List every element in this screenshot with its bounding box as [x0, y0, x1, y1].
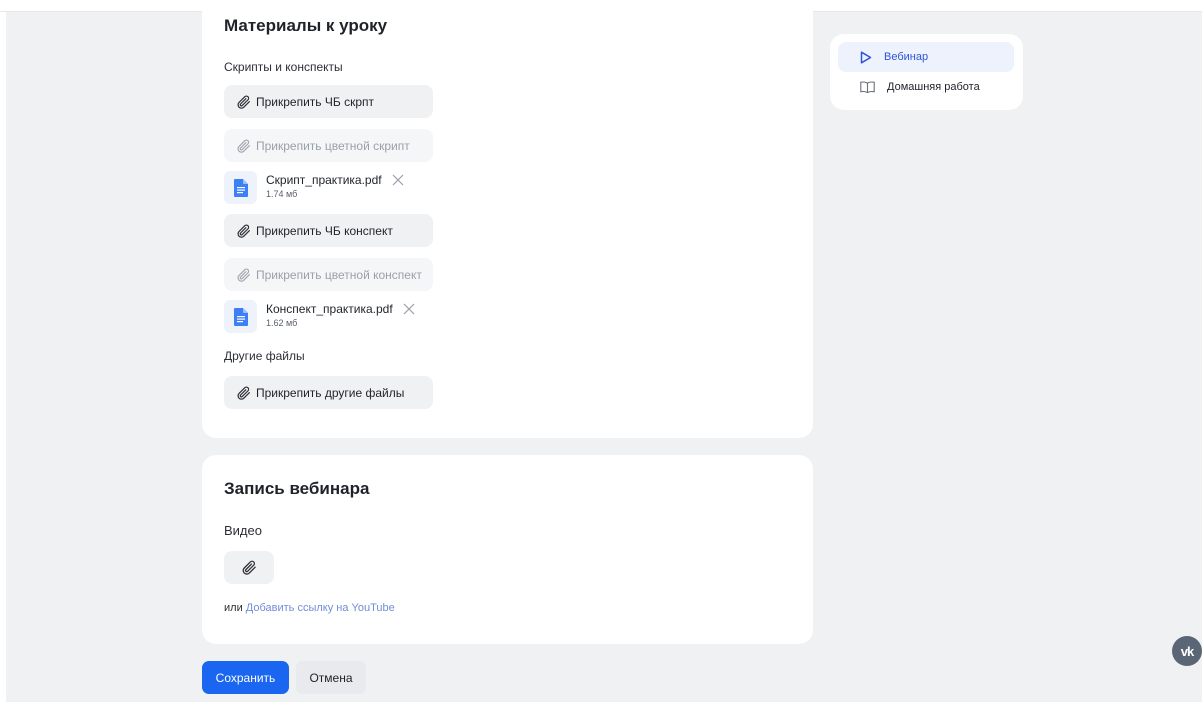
script-file-item: Скрипт_практика.pdf 1.74 мб [224, 171, 404, 205]
materials-card: Материалы к уроку Скрипты и конспекты Пр… [202, 0, 813, 438]
scripts-label: Скрипты и конспекты [224, 60, 343, 74]
materials-title: Материалы к уроку [224, 16, 388, 35]
side-nav: Вебинар Домашняя работа [830, 34, 1023, 110]
document-icon[interactable] [224, 171, 257, 204]
nav-item-webinar[interactable]: Вебинар [838, 42, 1014, 72]
cancel-button[interactable]: Отмена [296, 661, 366, 694]
document-icon[interactable] [224, 300, 257, 333]
notes-file-name[interactable]: Конспект_практика.pdf [266, 302, 393, 316]
paperclip-icon [237, 386, 250, 400]
script-file-name[interactable]: Скрипт_практика.pdf [266, 173, 382, 187]
attach-bw-notes-button[interactable]: Прикрепить ЧБ конспект [224, 214, 433, 247]
other-files-label: Другие файлы [224, 349, 305, 363]
youtube-link-row: или Добавить ссылку на YouTube [224, 602, 395, 614]
notes-file-item: Конспект_практика.pdf 1.62 мб [224, 300, 415, 334]
vk-widget-button[interactable]: vk [1172, 636, 1202, 666]
webinar-recording-card: Запись вебинара Видео или Добавить ссылк… [202, 455, 813, 644]
play-icon [860, 50, 872, 64]
book-icon [860, 81, 875, 93]
nav-item-homework[interactable]: Домашняя работа [838, 72, 1014, 102]
page-left-edge [0, 0, 6, 702]
paperclip-icon [237, 268, 250, 282]
attach-color-script-button[interactable]: Прикрепить цветной скрипт [224, 129, 433, 162]
attach-color-notes-button[interactable]: Прикрепить цветной конспект [224, 258, 433, 291]
save-button[interactable]: Сохранить [202, 661, 289, 694]
script-file-size: 1.74 мб [266, 189, 298, 199]
nav-item-webinar-label: Вебинар [884, 51, 929, 63]
nav-item-homework-label: Домашняя работа [887, 81, 980, 93]
attach-other-files-label: Прикрепить другие файлы [256, 385, 405, 400]
paperclip-icon [242, 560, 256, 575]
paperclip-icon [237, 139, 250, 153]
notes-file-size: 1.62 мб [266, 318, 298, 328]
or-text: или [224, 602, 243, 614]
recording-title: Запись вебинара [224, 479, 370, 498]
attach-other-files-button[interactable]: Прикрепить другие файлы [224, 376, 433, 409]
attach-bw-notes-label: Прикрепить ЧБ конспект [256, 223, 393, 238]
attach-color-notes-label: Прикрепить цветной конспект [256, 267, 422, 282]
add-youtube-link[interactable]: Добавить ссылку на YouTube [246, 602, 395, 614]
attach-bw-script-button[interactable]: Прикрепить ЧБ скрпт [224, 85, 433, 118]
attach-color-script-label: Прикрепить цветной скрипт [256, 138, 410, 153]
paperclip-icon [237, 224, 250, 238]
paperclip-icon [237, 95, 250, 109]
close-icon[interactable] [403, 303, 415, 315]
close-icon[interactable] [392, 174, 404, 186]
video-label: Видео [224, 523, 262, 538]
attach-video-button[interactable] [224, 551, 274, 584]
vk-logo-icon: vk [1180, 643, 1195, 659]
attach-bw-script-label: Прикрепить ЧБ скрпт [256, 94, 375, 109]
